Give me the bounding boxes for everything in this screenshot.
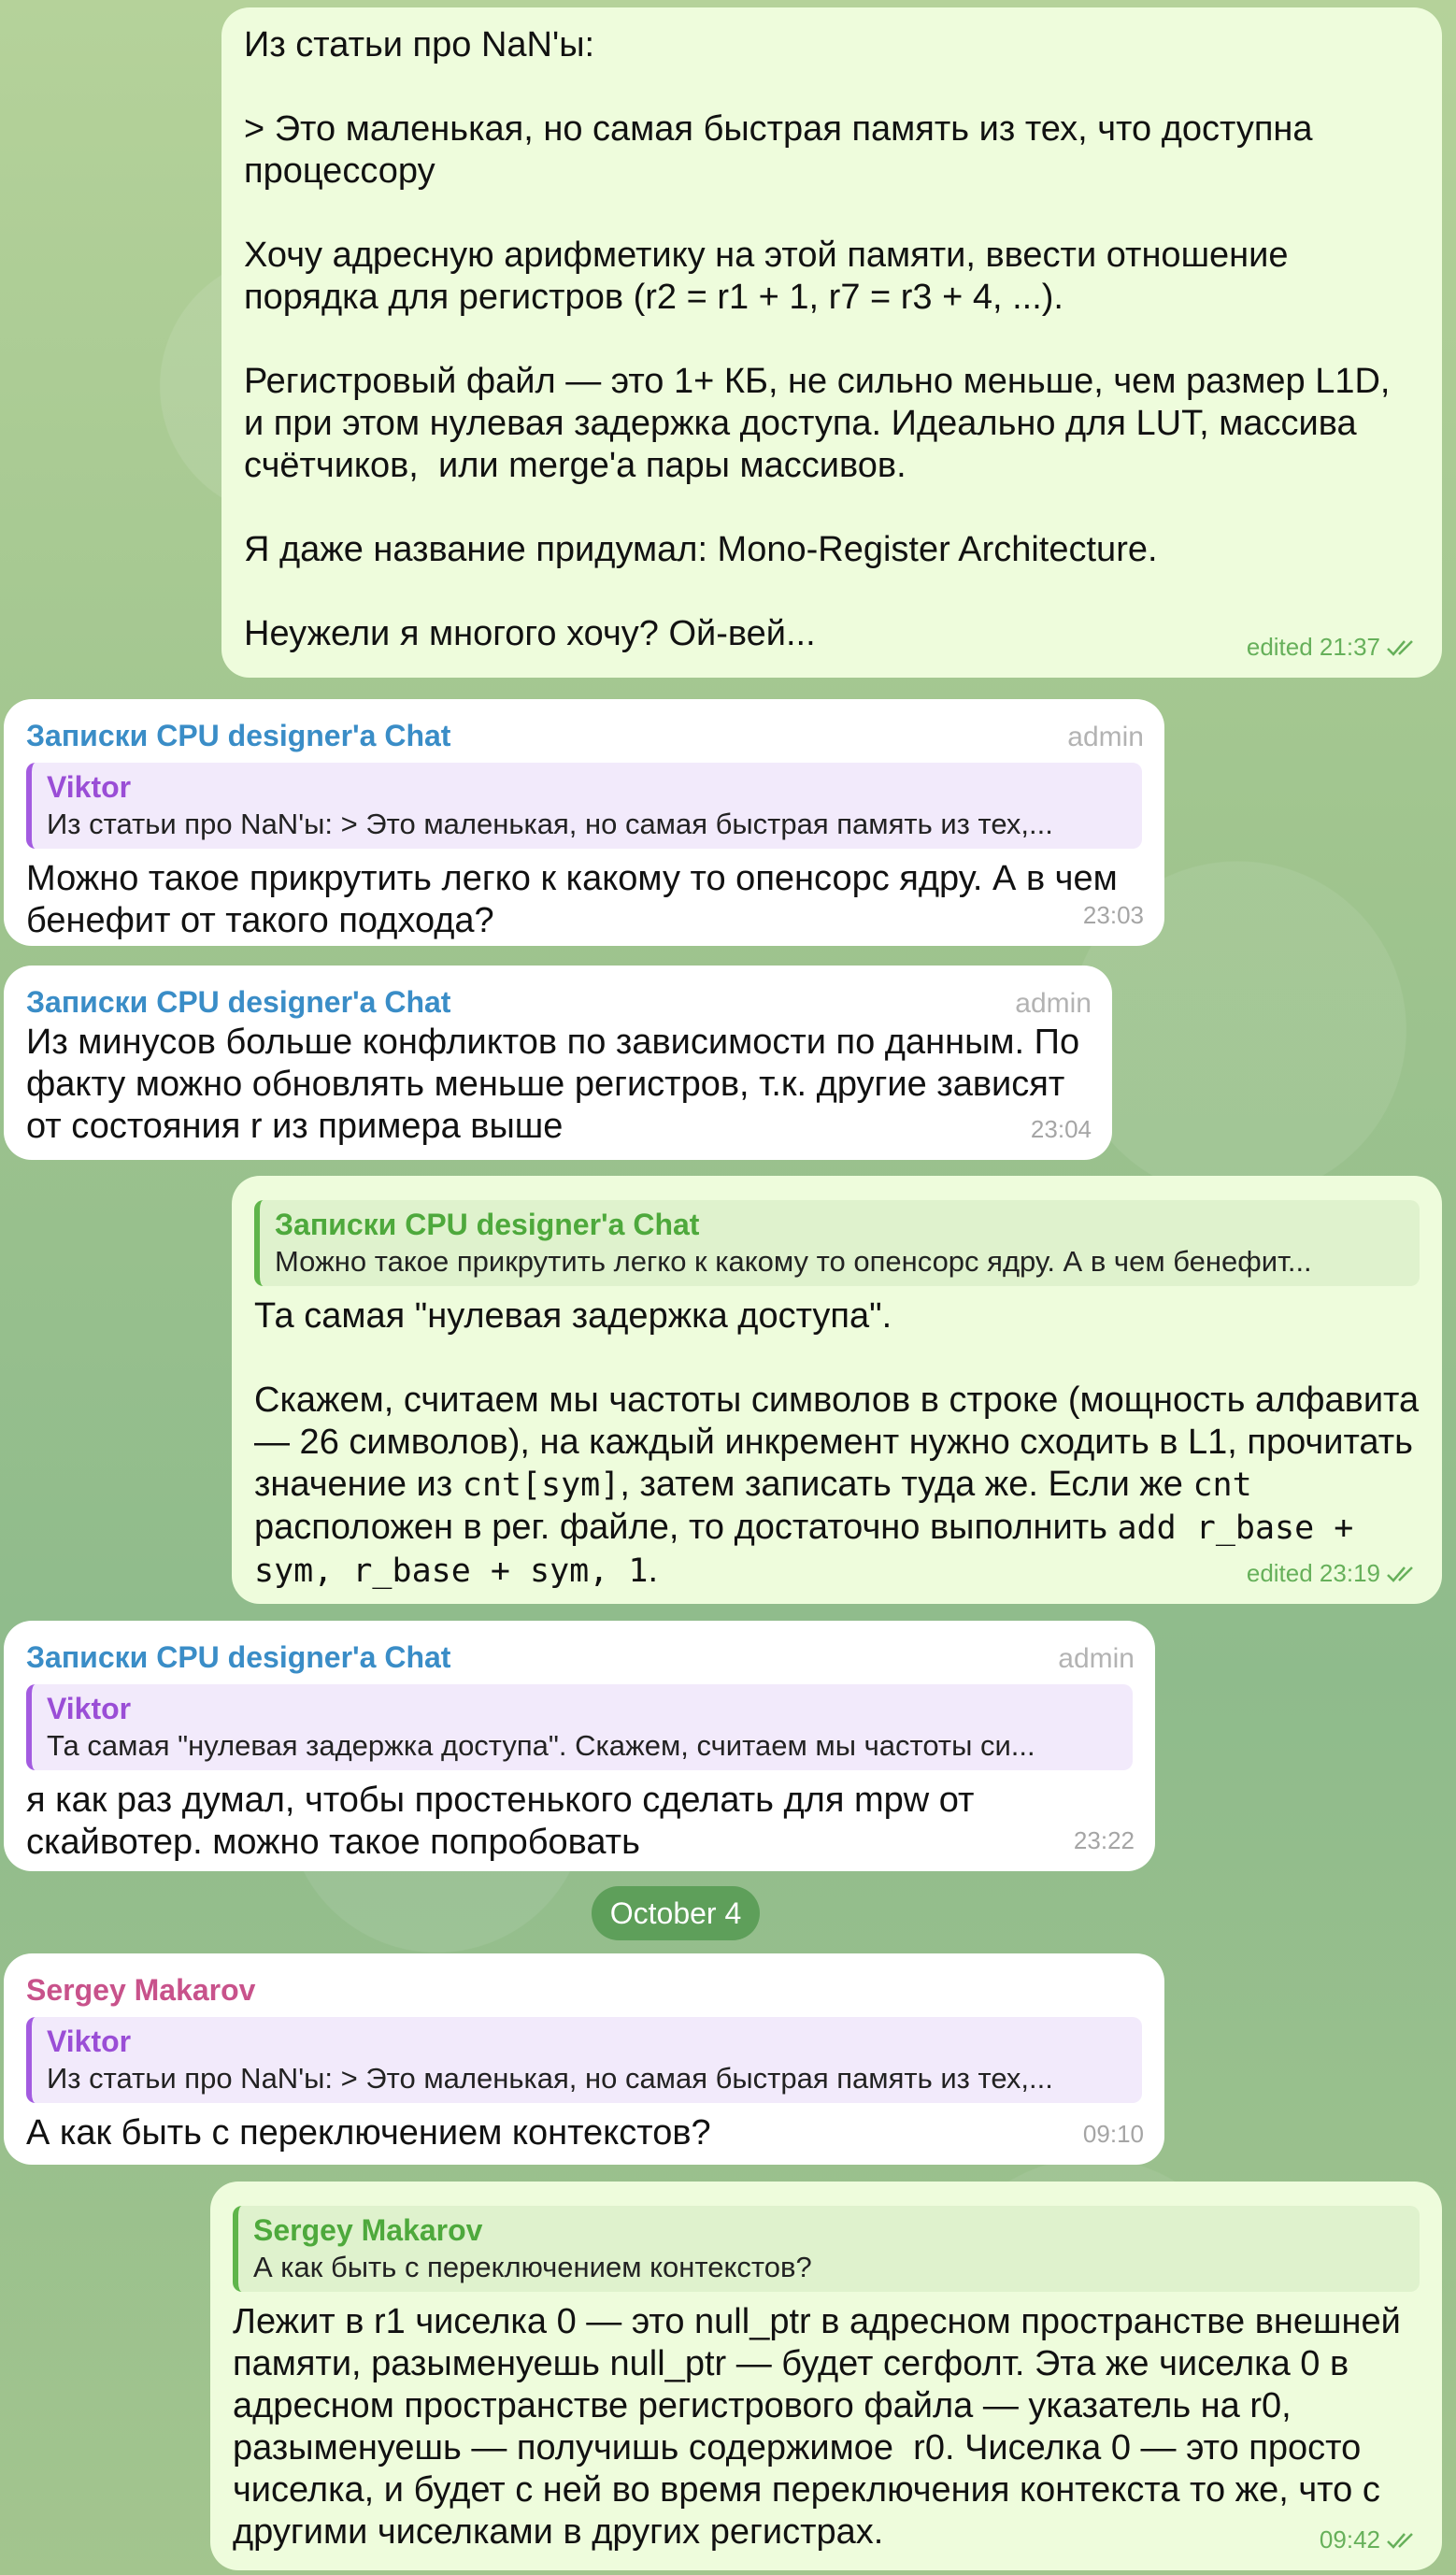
reply-quote[interactable]: Viktor Та самая "нулевая задержка доступ… — [26, 1684, 1133, 1770]
message-time: 23:03 — [1082, 901, 1144, 929]
quote-author: Sergey Makarov — [253, 2213, 483, 2247]
double-check-icon — [1387, 639, 1413, 656]
message-time: 23:04 — [1030, 1115, 1092, 1143]
message-time-label: edited 23:19 — [1246, 1559, 1380, 1587]
double-check-icon — [1387, 1566, 1413, 1582]
quote-text: Из статьи про NaN'ы: > Это маленькая, но… — [47, 2062, 1053, 2095]
reply-quote[interactable]: Sergey Makarov А как быть с переключение… — [233, 2206, 1420, 2292]
message-outgoing-1[interactable]: Из статьи про NaN'ы: > Это маленькая, но… — [221, 7, 1442, 678]
sender-name[interactable]: Записки CPU designer'a Chat — [26, 716, 1142, 755]
message-time: 23:22 — [1073, 1826, 1135, 1854]
message-text: Из статьи про NaN'ы: > Это маленькая, но… — [244, 25, 1391, 653]
inline-code: cnt[sym] — [462, 1466, 621, 1504]
inline-code: cnt — [1192, 1466, 1252, 1504]
message-time: 09:10 — [1082, 2120, 1144, 2148]
message-incoming-2[interactable]: Записки CPU designer'a Chat admin Viktor… — [4, 699, 1164, 946]
sender-name[interactable]: Sergey Makarov — [26, 1970, 1142, 2010]
message-text-part: , затем записать туда же. Если же — [620, 1465, 1193, 1504]
message-text-part: . — [648, 1551, 658, 1590]
reply-quote[interactable]: Записки CPU designer'a Chat Можно такое … — [254, 1200, 1420, 1286]
message-time-label: edited 21:37 — [1246, 633, 1380, 661]
admin-badge: admin — [1015, 988, 1092, 1019]
double-check-icon — [1387, 2532, 1413, 2549]
quote-text: Можно такое прикрутить легко к какому то… — [275, 1245, 1312, 1278]
message-outgoing-7[interactable]: Sergey Makarov А как быть с переключение… — [210, 2182, 1442, 2570]
message-text: Можно такое прикрутить легко к какому то… — [26, 859, 1128, 940]
admin-badge: admin — [1058, 1643, 1135, 1674]
message-text: Из минусов больше конфликтов по зависимо… — [26, 1023, 1090, 1146]
message-incoming-6[interactable]: Sergey Makarov Viktor Из статьи про NaN'… — [4, 1953, 1164, 2165]
message-time-label: 09:42 — [1319, 2525, 1380, 2554]
message-time: edited 21:37 — [1247, 626, 1421, 668]
admin-badge: admin — [1067, 722, 1144, 752]
quote-author: Записки CPU designer'a Chat — [275, 1208, 700, 1241]
message-incoming-5[interactable]: Записки CPU designer'a Chat admin Viktor… — [4, 1621, 1155, 1871]
message-time: edited 23:19 — [1247, 1552, 1421, 1595]
message-text: я как раз думал, чтобы простенького сдел… — [26, 1781, 985, 1862]
message-time: 09:42 — [1320, 2519, 1421, 2561]
message-text: Та самая "нулевая задержка доступа". Ска… — [254, 1295, 1420, 1593]
quote-text: А как быть с переключением контекстов? — [253, 2251, 812, 2283]
date-separator: October 4 — [592, 1886, 760, 1940]
message-text: А как быть с переключением контекстов? — [26, 2113, 711, 2153]
quote-author: Viktor — [47, 2024, 132, 2058]
sender-name[interactable]: Записки CPU designer'a Chat — [26, 982, 1090, 1022]
message-outgoing-4[interactable]: Записки CPU designer'a Chat Можно такое … — [232, 1176, 1442, 1604]
message-incoming-3[interactable]: Записки CPU designer'a Chat admin Из мин… — [4, 966, 1112, 1160]
quote-text: Та самая "нулевая задержка доступа". Ска… — [47, 1729, 1035, 1762]
message-text: Лежит в r1 чиселка 0 — это null_ptr в ад… — [233, 2302, 1411, 2552]
quote-author: Viktor — [47, 770, 132, 804]
reply-quote[interactable]: Viktor Из статьи про NaN'ы: > Это малень… — [26, 2017, 1142, 2103]
quote-author: Viktor — [47, 1692, 132, 1725]
quote-text: Из статьи про NaN'ы: > Это маленькая, но… — [47, 808, 1053, 840]
reply-quote[interactable]: Viktor Из статьи про NaN'ы: > Это малень… — [26, 763, 1142, 849]
sender-name[interactable]: Записки CPU designer'a Chat — [26, 1638, 1133, 1677]
